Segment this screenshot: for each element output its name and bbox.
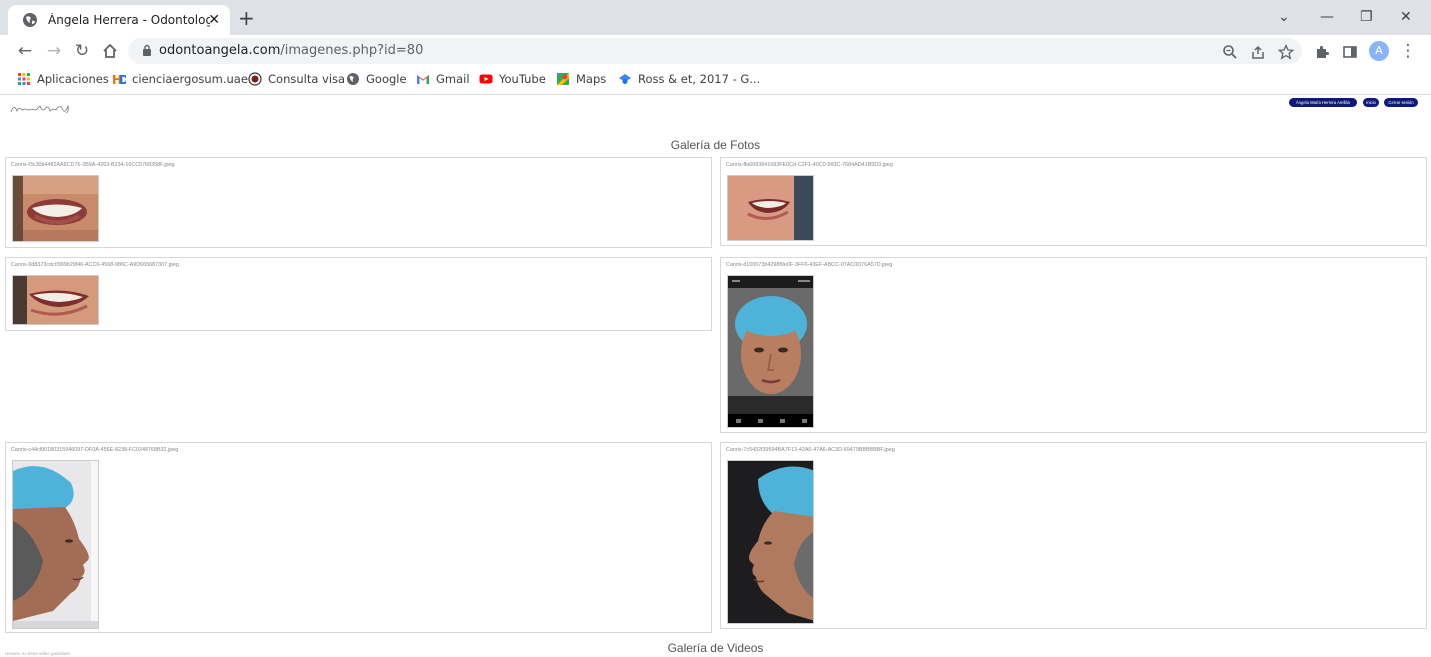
right-profile-photo [728, 461, 813, 623]
smile-profile-photo [728, 176, 813, 240]
bookmark-label: Ross & et, 2017 - G... [638, 72, 761, 86]
scholar-icon [619, 74, 631, 84]
bookmark-label: Maps [576, 72, 607, 86]
more-menu-icon[interactable]: ⋮ [1398, 41, 1418, 61]
bookmark-star-icon[interactable] [1278, 44, 1294, 60]
apps-grid-icon [18, 73, 30, 85]
logout-button[interactable]: Cerrar sesión [1384, 98, 1418, 107]
extensions-icon[interactable] [1314, 44, 1330, 60]
new-tab-icon[interactable]: + [238, 8, 255, 28]
zoom-icon[interactable] [1222, 44, 1238, 60]
globe-icon [23, 13, 37, 27]
reload-icon[interactable]: ↻ [72, 41, 92, 61]
photo-filename: Canris-ffa6683841683FE0Cd-C2F1-40C0-993C… [726, 162, 893, 168]
bookmarks-bar: Aplicaciones H D cienciaergosum.uae... C… [0, 67, 1431, 95]
tab-search-icon[interactable]: ⌄ [1278, 9, 1290, 25]
photo-card: Canris-d100073b4298f0e0F-3FF6-43EF-ABCC-… [720, 257, 1427, 433]
photo-thumbnail[interactable] [727, 460, 814, 624]
photo-thumbnail[interactable] [727, 275, 814, 428]
smile-side-photo [13, 276, 98, 324]
close-window-icon[interactable]: ✕ [1400, 9, 1412, 25]
smile-photo [13, 176, 98, 241]
maps-icon [557, 73, 569, 85]
home-icon[interactable] [101, 42, 119, 60]
home-button[interactable]: Inicio [1363, 98, 1379, 107]
tab-title: Ángela Herrera - Odontology & [48, 13, 210, 27]
bookmark-cienciaergosum[interactable]: H D cienciaergosum.uae... [112, 72, 259, 86]
tab-strip: Ángela Herrera - Odontology & ✕ + ⌄ — ❐ … [0, 0, 1431, 35]
bookmark-google[interactable]: Google [346, 72, 407, 86]
youtube-icon [479, 74, 493, 84]
seal-icon [248, 72, 262, 86]
gmail-icon [417, 75, 429, 84]
photo-card: Canris-7c5432f39594BA7F13-42A0-47A6-AC3D… [720, 442, 1427, 629]
bookmark-label: Gmail [436, 72, 470, 86]
svg-text:D: D [119, 73, 126, 86]
bookmark-label: Aplicaciones [37, 72, 109, 86]
photo-card: Canris-f3c30b44ff2AA6CD76-3B9A-4263-B234… [5, 157, 712, 248]
lock-icon [143, 44, 151, 56]
photo-card: Canris-ffa6683841683FE0Cd-C2F1-40C0-993C… [720, 157, 1427, 246]
photo-card: Canris-9d8373cdc0999b29f46-ACC6-4568-986… [5, 257, 712, 331]
url-path: /imagenes.php?id=80 [280, 43, 424, 58]
photos-gallery-title: Galería de Fotos [670, 138, 761, 152]
bookmark-consulta-visa[interactable]: Consulta visa [248, 72, 345, 86]
photo-filename: Canris-c44cf90180315946097-DF0A-456E-823… [11, 447, 179, 453]
no-videos-message: Usuario no tiene video guardado [5, 651, 71, 656]
videos-gallery-title: Galería de Videos [667, 641, 764, 655]
restore-icon[interactable]: ❐ [1360, 9, 1373, 25]
photo-filename: Canris-9d8373cdc0999b29f46-ACC6-4568-986… [11, 262, 179, 268]
back-icon[interactable]: ← [15, 41, 35, 61]
photo-card: Canris-c44cf90180315946097-DF0A-456E-823… [5, 442, 712, 633]
photo-thumbnail[interactable] [12, 460, 99, 629]
bookmark-apps[interactable]: Aplicaciones [17, 72, 109, 86]
photo-thumbnail[interactable] [12, 275, 99, 325]
photo-thumbnail[interactable] [727, 175, 814, 241]
left-profile-photo [13, 461, 98, 628]
minimize-icon[interactable]: — [1320, 9, 1334, 25]
signature-logo [10, 104, 69, 114]
share-icon[interactable] [1250, 44, 1266, 60]
url-host: odontoangela.com [159, 43, 281, 58]
bookmark-label: Google [366, 72, 407, 86]
photo-filename: Canris-d100073b4298f0e0F-3FF6-43EF-ABCC-… [726, 262, 893, 268]
bookmark-ross[interactable]: Ross & et, 2017 - G... [618, 72, 760, 86]
photo-filename: Canris-7c5432f39594BA7F13-42A0-47A6-AC3D… [726, 447, 895, 453]
side-panel-icon[interactable] [1342, 44, 1358, 60]
forward-icon[interactable]: → [44, 41, 64, 61]
bookmark-youtube[interactable]: YouTube [479, 72, 546, 86]
bookmark-gmail[interactable]: Gmail [416, 72, 470, 86]
user-name-button[interactable]: Ángela María Herrera Arellán [1289, 98, 1357, 107]
close-tab-icon[interactable]: ✕ [208, 12, 220, 28]
url-text: odontoangela.com/imagenes.php?id=80 [159, 43, 423, 58]
bookmark-label: cienciaergosum.uae... [132, 72, 259, 86]
profile-avatar[interactable]: A [1369, 41, 1389, 61]
photo-filename: Canris-f3c30b44ff2AA6CD76-3B9A-4263-B234… [11, 162, 175, 168]
photo-thumbnail[interactable] [12, 175, 99, 242]
frontal-face-photo [728, 276, 813, 427]
globe-icon [347, 73, 359, 85]
browser-toolbar: ← → ↻ odontoangela.com/imagenes.php?id=8… [0, 35, 1431, 67]
address-bar[interactable]: odontoangela.com/imagenes.php?id=80 [128, 38, 1302, 64]
bookmark-label: YouTube [499, 72, 546, 86]
hd-icon: H D [112, 73, 126, 86]
browser-tab[interactable]: Ángela Herrera - Odontology & ✕ [8, 5, 230, 35]
bookmark-label: Consulta visa [268, 72, 346, 86]
bookmark-maps[interactable]: Maps [556, 72, 606, 86]
